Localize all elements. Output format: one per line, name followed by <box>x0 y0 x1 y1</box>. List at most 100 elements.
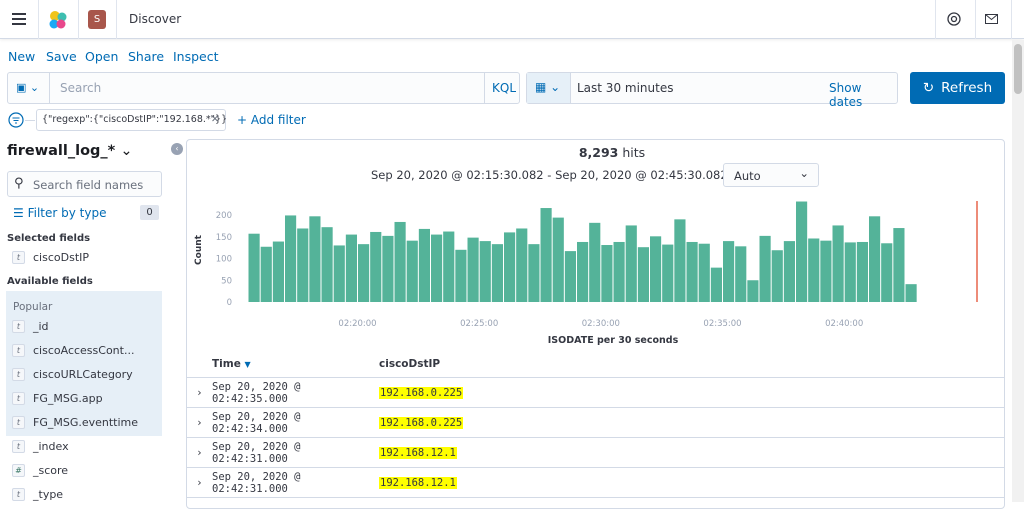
histogram-bar <box>625 225 637 302</box>
add-filter-button[interactable]: + Add filter <box>237 113 306 127</box>
column-header-time[interactable]: Time ▼ <box>212 358 251 370</box>
histogram-bar <box>905 284 917 302</box>
field-item[interactable]: t FG_MSG.app <box>12 392 103 405</box>
histogram-bar <box>771 250 783 302</box>
filter-pill-label: {"regexp":{"ciscoDstIP":"192.168.*"}} <box>42 114 228 125</box>
histogram-bar <box>285 215 297 302</box>
refresh-button[interactable]: ↻ Refresh <box>910 72 1005 104</box>
field-item[interactable]: t ciscoAccessCont... <box>12 344 134 357</box>
search-icon: ⚲ <box>14 176 24 191</box>
histogram-bar <box>382 235 394 302</box>
number-type-icon: # <box>12 464 25 477</box>
field-item[interactable]: t FG_MSG.eventtime <box>12 416 138 429</box>
histogram-bar <box>358 244 370 302</box>
histogram-bar <box>856 241 868 302</box>
refresh-label: Refresh <box>941 80 993 96</box>
field-search-input[interactable]: ⚲ Search field names <box>7 171 162 197</box>
field-item[interactable]: t ciscoDstIP <box>12 251 89 264</box>
string-type-icon: t <box>12 392 25 405</box>
query-bar: ▣ ⌄ Search KQL <box>7 72 520 104</box>
histogram-chart: 0 50 100 150 200 Count 02:20:00 02:25:00 02:30:0… <box>194 201 978 346</box>
breadcrumb-title: Discover <box>129 12 182 26</box>
histogram-bar <box>248 233 260 302</box>
string-type-icon: t <box>12 344 25 357</box>
show-dates-link[interactable]: Show dates <box>829 81 897 109</box>
expand-chevron-icon[interactable]: › <box>187 387 212 399</box>
save-link[interactable]: Save <box>46 49 77 64</box>
table-row: › Sep 20, 2020 @ 02:42:31.000 192.168.12.1 <box>187 468 1005 498</box>
inspect-link[interactable]: Inspect <box>173 49 219 64</box>
y-tick-label: 100 <box>216 255 232 265</box>
histogram-bar <box>723 241 735 302</box>
kql-button[interactable]: KQL <box>484 73 520 103</box>
histogram-bar <box>260 246 272 302</box>
time-picker[interactable]: ▦ ⌄ Last 30 minutes Show dates <box>526 72 898 109</box>
histogram-bar <box>431 234 443 302</box>
histogram-bar <box>808 238 820 302</box>
histogram-bar <box>540 208 552 302</box>
open-link[interactable]: Open <box>85 49 118 64</box>
string-type-icon: t <box>12 368 25 381</box>
close-icon[interactable]: ✕ <box>211 114 219 125</box>
histogram-bar <box>564 251 576 302</box>
histogram-bar <box>893 228 905 302</box>
expand-chevron-icon[interactable]: › <box>187 447 212 459</box>
scrollbar[interactable] <box>1012 40 1024 502</box>
field-item[interactable]: # _score <box>12 464 68 477</box>
calendar-icon[interactable]: ▦ ⌄ <box>527 73 571 103</box>
filter-pill[interactable]: {"regexp":{"ciscoDstIP":"192.168.*"}} ✕ <box>36 109 228 131</box>
histogram-bar <box>467 237 479 302</box>
y-axis-label: Count <box>194 234 204 265</box>
histogram-bar <box>832 225 844 302</box>
histogram-bar <box>759 235 771 302</box>
histogram-bar <box>516 228 528 302</box>
help-icon[interactable] <box>947 12 961 26</box>
histogram-bar <box>528 244 540 302</box>
histogram-bar <box>820 240 832 302</box>
chevron-down-icon: ⌄ <box>799 166 809 180</box>
available-fields-title: Available fields <box>7 276 93 287</box>
histogram-bar <box>783 241 795 302</box>
histogram-bar <box>747 280 759 302</box>
saved-query-button[interactable]: ▣ ⌄ <box>8 73 50 103</box>
share-link[interactable]: Share <box>128 49 164 64</box>
search-input[interactable]: Search <box>60 81 101 95</box>
table-row: › Sep 20, 2020 @ 02:42:31.000 192.168.12.1 <box>187 438 1005 468</box>
new-link[interactable]: New <box>8 49 35 64</box>
elastic-logo-icon[interactable] <box>47 9 69 31</box>
mail-icon[interactable] <box>985 14 998 24</box>
histogram-bar <box>272 241 284 302</box>
popular-title: Popular <box>13 301 53 313</box>
field-item[interactable]: t _id <box>12 320 49 333</box>
selected-fields-title: Selected fields <box>7 233 91 244</box>
histogram-bar <box>345 234 357 302</box>
y-tick-label: 150 <box>216 233 232 243</box>
histogram-bar <box>491 244 503 302</box>
field-item[interactable]: t _type <box>12 488 63 501</box>
filter-by-type-button[interactable]: ☰ Filter by type <box>13 206 106 220</box>
x-axis-label: ISODATE per 30 seconds <box>548 335 679 346</box>
histogram-bar <box>309 216 321 302</box>
table-row: › Sep 20, 2020 @ 02:42:35.000 192.168.0.22… <box>187 378 1005 408</box>
menu-icon[interactable] <box>12 13 26 25</box>
column-header-ciscodstip[interactable]: ciscoDstIP <box>379 358 440 370</box>
field-item[interactable]: t ciscoURLCategory <box>12 368 133 381</box>
histogram-bar <box>394 221 406 302</box>
expand-chevron-icon[interactable]: › <box>187 417 212 429</box>
table-header: Time ▼ ciscoDstIP <box>187 352 1005 378</box>
string-type-icon: t <box>12 416 25 429</box>
interval-select[interactable]: Auto ⌄ <box>723 163 819 187</box>
field-item[interactable]: t _index <box>12 440 69 453</box>
histogram-bar <box>577 241 589 302</box>
space-avatar[interactable]: S <box>88 10 106 29</box>
histogram-bar <box>504 232 516 302</box>
filter-menu-icon[interactable] <box>8 112 24 128</box>
expand-chevron-icon[interactable]: › <box>187 477 212 489</box>
histogram-bar <box>710 267 722 302</box>
histogram-bar <box>613 241 625 302</box>
y-tick-label: 50 <box>221 276 232 286</box>
histogram-bar <box>455 249 467 302</box>
histogram-bar <box>443 231 455 302</box>
time-range[interactable]: Last 30 minutes <box>577 81 673 95</box>
histogram-bar <box>698 243 710 302</box>
